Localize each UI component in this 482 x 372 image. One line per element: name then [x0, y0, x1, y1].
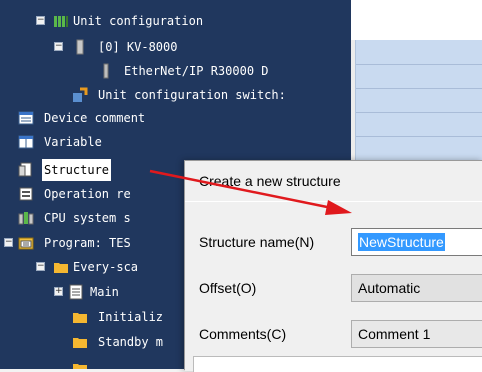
collapse-icon[interactable]: − — [4, 238, 13, 247]
tree-item-label: [0] KV-8000 — [98, 40, 178, 54]
tree-item-label: Structure — [42, 159, 112, 181]
tree-item-label: Operation re — [44, 187, 131, 201]
folder-icon — [53, 259, 69, 275]
dialog-body: Structure name(N) NewStructure Offset(O)… — [185, 201, 482, 372]
program-icon — [18, 235, 34, 251]
tree-item-label: Program: TES — [44, 236, 131, 250]
dialog-list-area — [193, 356, 482, 372]
operation-icon — [18, 186, 34, 202]
grid-line — [356, 64, 482, 65]
editor-grid — [355, 40, 482, 160]
offset-select[interactable]: Automatic — [351, 274, 482, 302]
structure-name-label: Structure name(N) — [199, 234, 315, 250]
switch-icon — [72, 87, 88, 103]
grid-line — [356, 136, 482, 137]
offset-label: Offset(O) — [199, 280, 257, 296]
comments-label: Comments(C) — [199, 326, 287, 342]
tree-item-label: CPU system s — [44, 211, 131, 225]
collapse-icon[interactable]: − — [36, 16, 45, 25]
collapse-icon[interactable]: − — [54, 42, 63, 51]
tree-item-label: EtherNet/IP R30000 D — [124, 64, 269, 78]
editor-header — [351, 0, 482, 40]
tree-item-label: Standby m — [98, 335, 164, 349]
tree-item-label: Unit configuration switch: — [98, 88, 286, 102]
tree-item-label: Unit configuration — [73, 14, 204, 28]
tree-item-label: Variable — [44, 135, 102, 149]
collapse-icon[interactable]: − — [36, 262, 45, 271]
module-icon — [98, 63, 114, 79]
unit-config-icon — [53, 13, 69, 29]
create-structure-dialog: Create a new structure Structure name(N)… — [184, 160, 482, 372]
cpu-system-icon — [18, 210, 34, 226]
main-program-icon — [68, 284, 84, 300]
device-comment-icon — [18, 110, 34, 126]
expand-icon[interactable]: + — [54, 287, 63, 296]
folder-icon — [72, 334, 88, 350]
grid-line — [356, 88, 482, 89]
grid-line — [356, 112, 482, 113]
comments-input[interactable]: Comment 1 — [351, 320, 482, 348]
variable-icon — [18, 134, 34, 150]
structure-name-value: NewStructure — [358, 233, 445, 251]
tree-item-label: Every-sca — [73, 260, 139, 274]
cpu-unit-icon — [72, 39, 88, 55]
folder-icon — [72, 360, 88, 369]
tree-item-label: Device comment — [44, 111, 146, 125]
tree-item-label: Initializ — [98, 310, 164, 324]
tree-item-label: Main — [90, 285, 119, 299]
dialog-title: Create a new structure — [199, 173, 341, 189]
structure-icon — [18, 162, 34, 178]
folder-icon — [72, 309, 88, 325]
structure-name-input[interactable]: NewStructure — [351, 228, 482, 256]
